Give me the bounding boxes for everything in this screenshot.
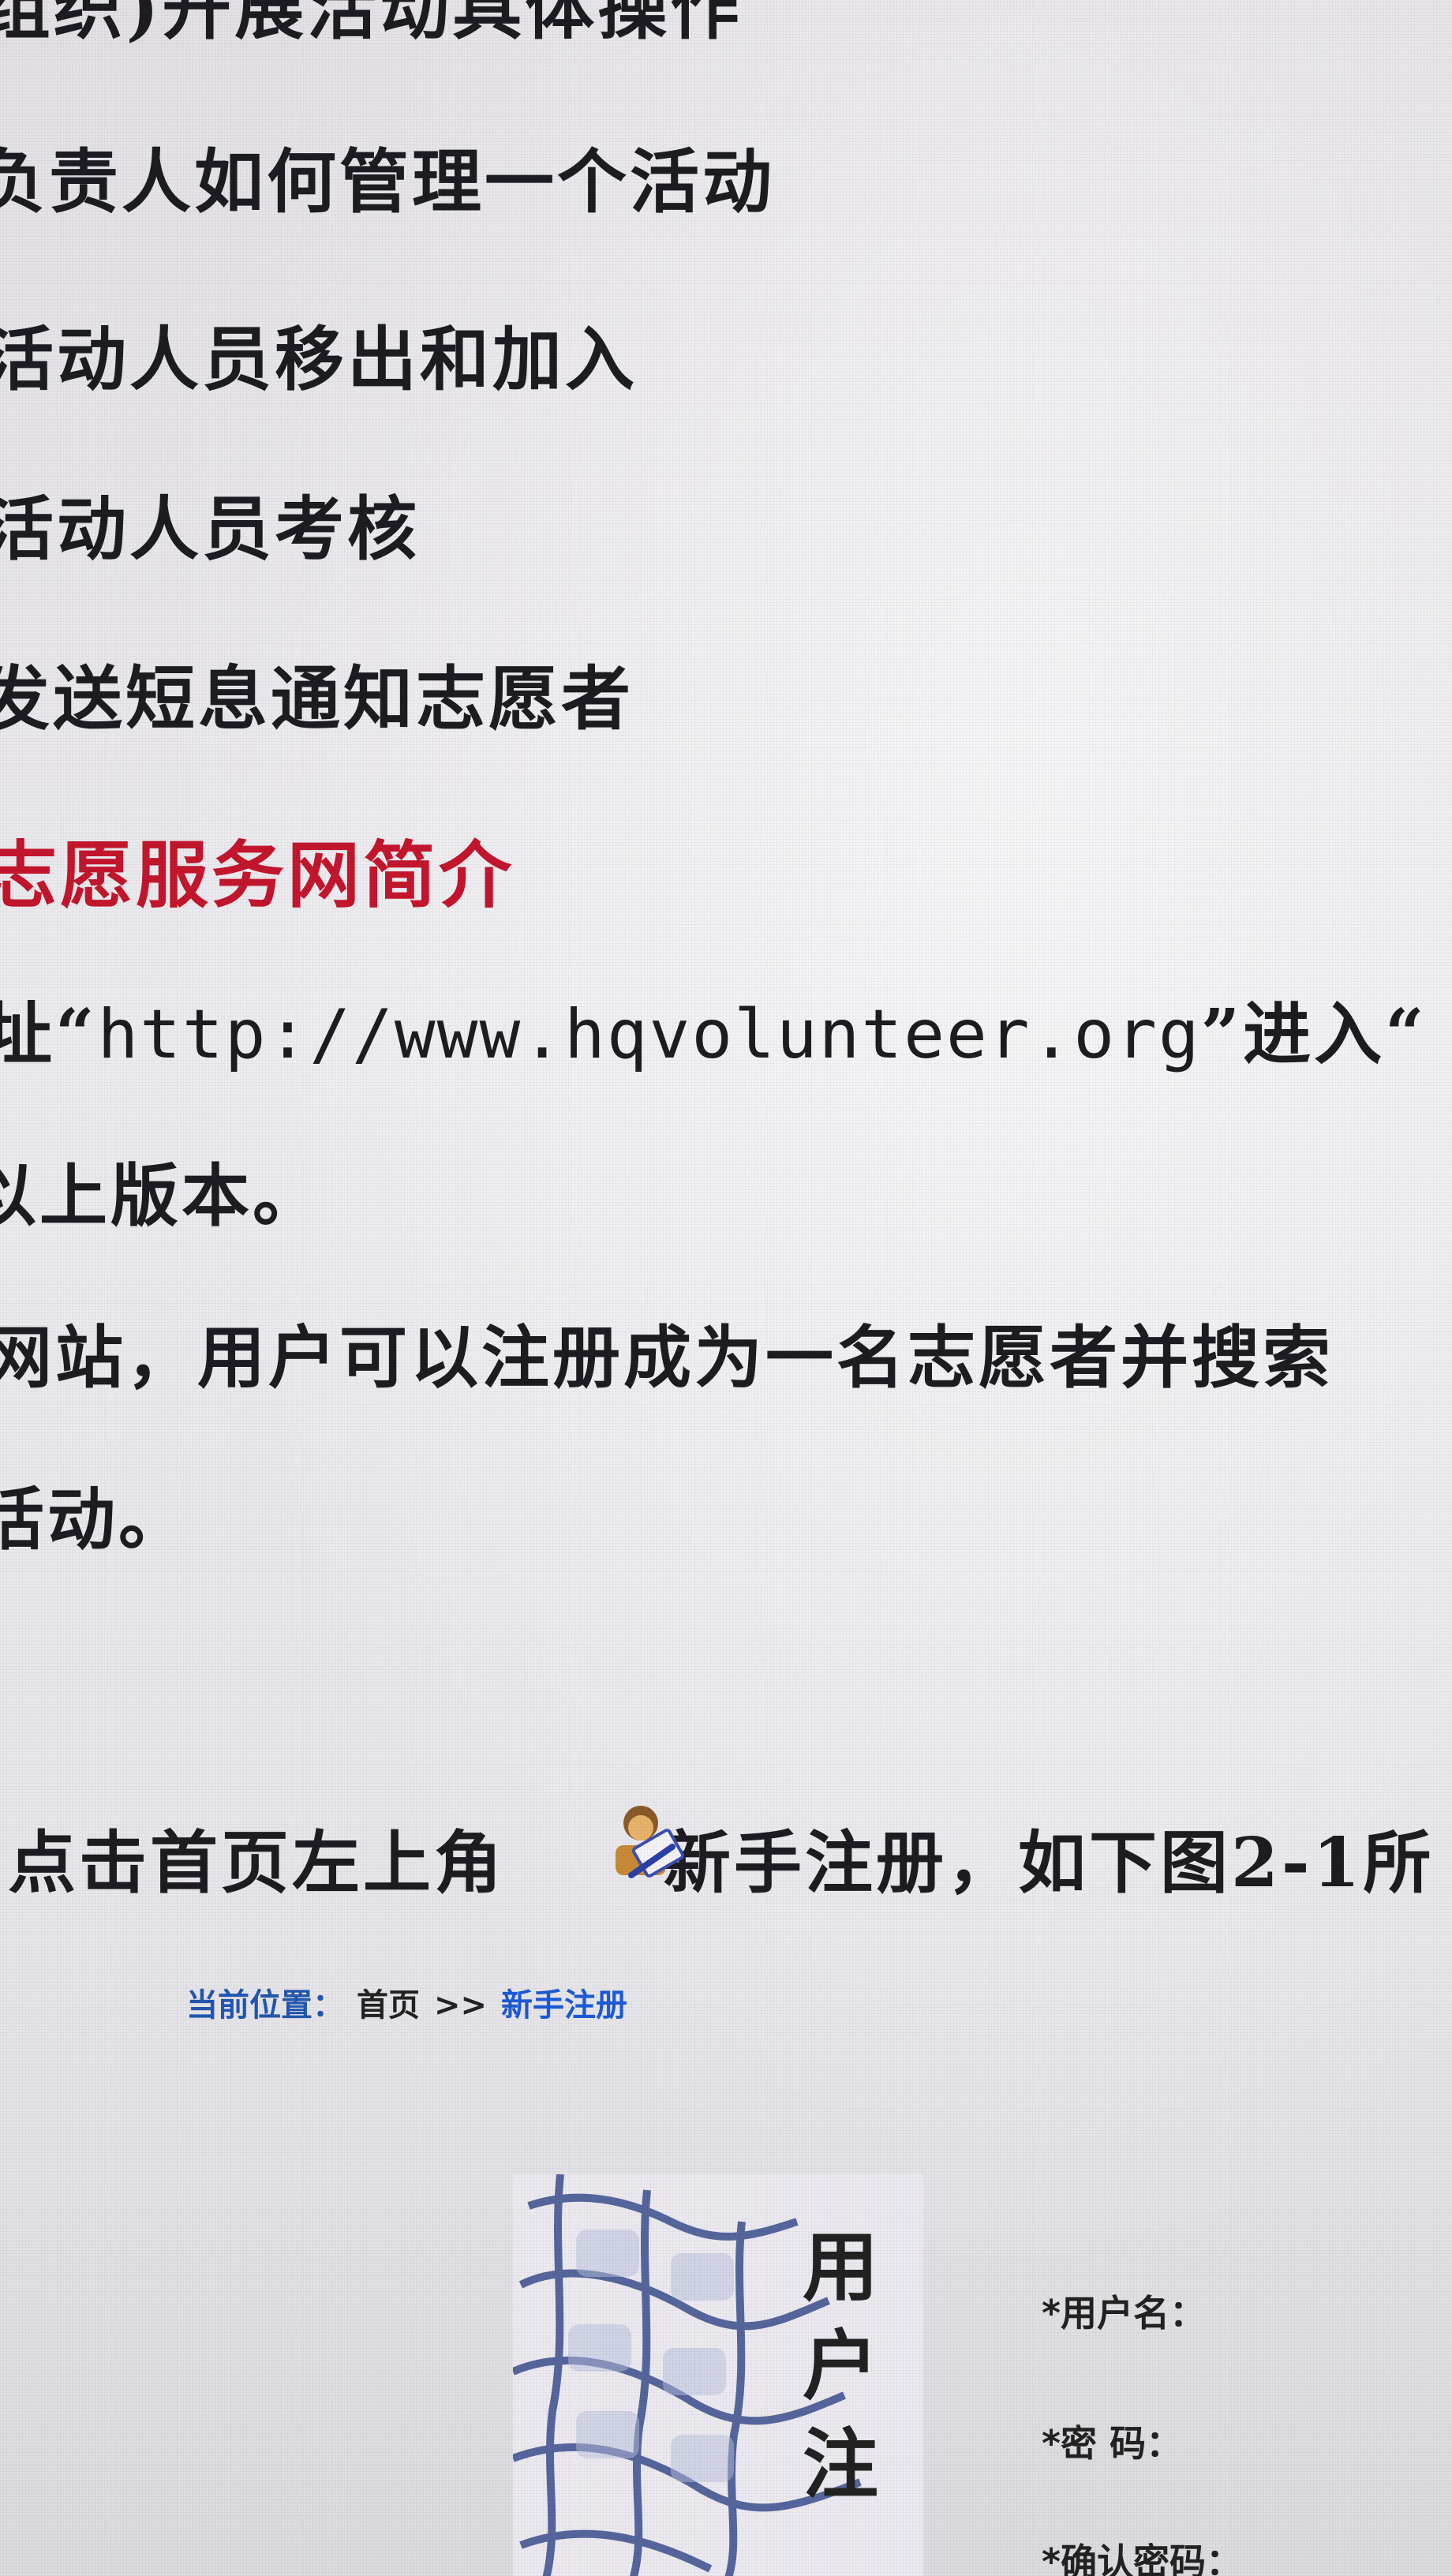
toc-item-1[interactable]: (组织)开展活动具体操作	[0, 0, 743, 53]
breadcrumb: 当前位置： 首页 >> 新手注册	[186, 1979, 627, 2025]
password-label: *密 码：	[1042, 2422, 1183, 2465]
form-title-char-1: 用	[803, 2222, 878, 2312]
url-link[interactable]: http://www.hqvolunteer.org	[97, 995, 1200, 1074]
register-form-title: 用 户 注	[797, 2218, 884, 2514]
screen: (组织)开展活动具体操作 负责人如何管理一个活动 活动人员移出和加入 活动人员考…	[0, 0, 1452, 2576]
description-line-1: 网站，用户可以注册成为一名志愿者并搜索	[0, 1318, 1334, 1398]
step-prefix: 点击首页左上角	[8, 1823, 505, 1903]
step-instruction: 点击首页左上角 新手注册，如下图2-1所	[8, 1807, 1434, 1906]
toc-item-2[interactable]: 负责人如何管理一个活动	[0, 126, 775, 227]
breadcrumb-home[interactable]: 首页	[357, 1987, 420, 2024]
form-title-char-3: 注	[803, 2420, 878, 2509]
toc-item-4[interactable]: 活动人员考核	[0, 474, 420, 574]
breadcrumb-separator: >>	[434, 1987, 488, 2024]
description-line-2: 活动。	[0, 1480, 189, 1559]
form-title-char-2: 户	[803, 2321, 878, 2410]
register-user-icon[interactable]	[600, 1799, 687, 1886]
breadcrumb-label: 当前位置：	[186, 1987, 344, 2024]
register-link-text[interactable]: 新手注册	[663, 1823, 947, 1903]
url-line: 址“http://www.hqvolunteer.org”进入“	[0, 979, 1428, 1077]
section-heading: 志愿服务网简介	[0, 833, 515, 918]
breadcrumb-current[interactable]: 新手注册	[501, 1987, 627, 2024]
version-line: 以上版本。	[0, 1156, 324, 1236]
username-label: *用户名：	[1042, 2292, 1207, 2334]
step-suffix: ，如下图2-1所	[947, 1823, 1435, 1903]
url-prefix: 址“	[0, 994, 98, 1074]
confirm-password-label: *确认密码：	[1042, 2540, 1243, 2576]
url-suffix: ”进入“	[1200, 994, 1428, 1074]
toc-item-3[interactable]: 活动人员移出和加入	[0, 304, 638, 404]
toc-item-5[interactable]: 发送短息通知志愿者	[0, 643, 634, 743]
